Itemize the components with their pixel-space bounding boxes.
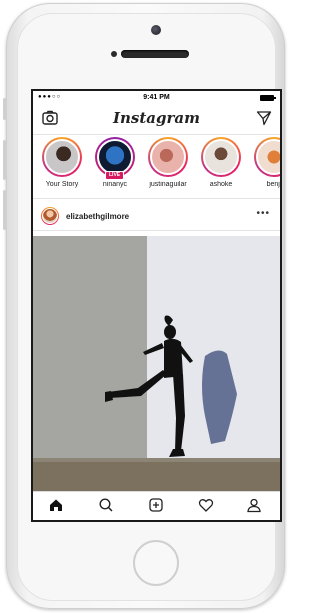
top-navbar: Instagram bbox=[33, 106, 280, 132]
battery-icon bbox=[260, 95, 276, 101]
post-header-divider bbox=[33, 230, 280, 231]
status-bar: ●●●○○ 9:41 PM bbox=[33, 91, 280, 104]
navbar-divider bbox=[33, 134, 280, 135]
post-photo[interactable] bbox=[33, 236, 280, 496]
app-screen: ●●●○○ 9:41 PM Instagram Your Story LIVE … bbox=[31, 89, 282, 522]
add-post-icon[interactable] bbox=[148, 497, 164, 513]
earpiece-speaker bbox=[121, 50, 189, 58]
stories-divider bbox=[33, 198, 280, 199]
status-time: 9:41 PM bbox=[143, 94, 170, 101]
home-button[interactable] bbox=[133, 540, 179, 586]
story-ring bbox=[201, 137, 241, 177]
profile-icon[interactable] bbox=[246, 497, 262, 513]
story-item[interactable]: LIVE ninanyc bbox=[92, 137, 138, 188]
paper-plane-icon[interactable] bbox=[256, 110, 272, 126]
story-ring bbox=[254, 137, 280, 177]
story-name: Your Story bbox=[45, 181, 79, 188]
proximity-sensor bbox=[111, 51, 117, 57]
volume-up-button bbox=[3, 140, 6, 180]
instagram-logo: Instagram bbox=[113, 109, 200, 127]
story-ring bbox=[42, 137, 82, 177]
post-header: elizabethgilmore ••• bbox=[33, 202, 280, 228]
live-badge: LIVE bbox=[105, 171, 125, 180]
story-name: benji bbox=[266, 181, 282, 188]
avatar bbox=[42, 208, 58, 224]
front-camera bbox=[151, 25, 161, 35]
avatar bbox=[97, 139, 133, 175]
avatar bbox=[150, 139, 186, 175]
volume-down-button bbox=[3, 190, 6, 230]
mute-switch bbox=[3, 98, 6, 120]
post-avatar[interactable] bbox=[41, 207, 59, 225]
story-name: ninanyc bbox=[102, 181, 128, 188]
story-item[interactable]: Your Story bbox=[39, 137, 85, 188]
story-name: ashoke bbox=[209, 181, 233, 188]
avatar bbox=[203, 139, 239, 175]
more-options-icon[interactable]: ••• bbox=[256, 208, 270, 219]
search-icon[interactable] bbox=[98, 497, 114, 513]
avatar bbox=[44, 139, 80, 175]
stories-tray: Your Story LIVE ninanyc justinaguilar as… bbox=[33, 137, 280, 197]
post-username[interactable]: elizabethgilmore bbox=[66, 212, 129, 221]
avatar bbox=[256, 139, 280, 175]
story-ring bbox=[148, 137, 188, 177]
bottom-tab-bar bbox=[33, 491, 280, 520]
story-item[interactable]: ashoke bbox=[198, 137, 244, 188]
heart-icon[interactable] bbox=[198, 497, 214, 513]
story-item[interactable]: justinaguilar bbox=[145, 137, 191, 188]
home-icon[interactable] bbox=[48, 497, 64, 513]
story-name: justinaguilar bbox=[149, 181, 187, 188]
story-item[interactable]: benji bbox=[251, 137, 282, 188]
